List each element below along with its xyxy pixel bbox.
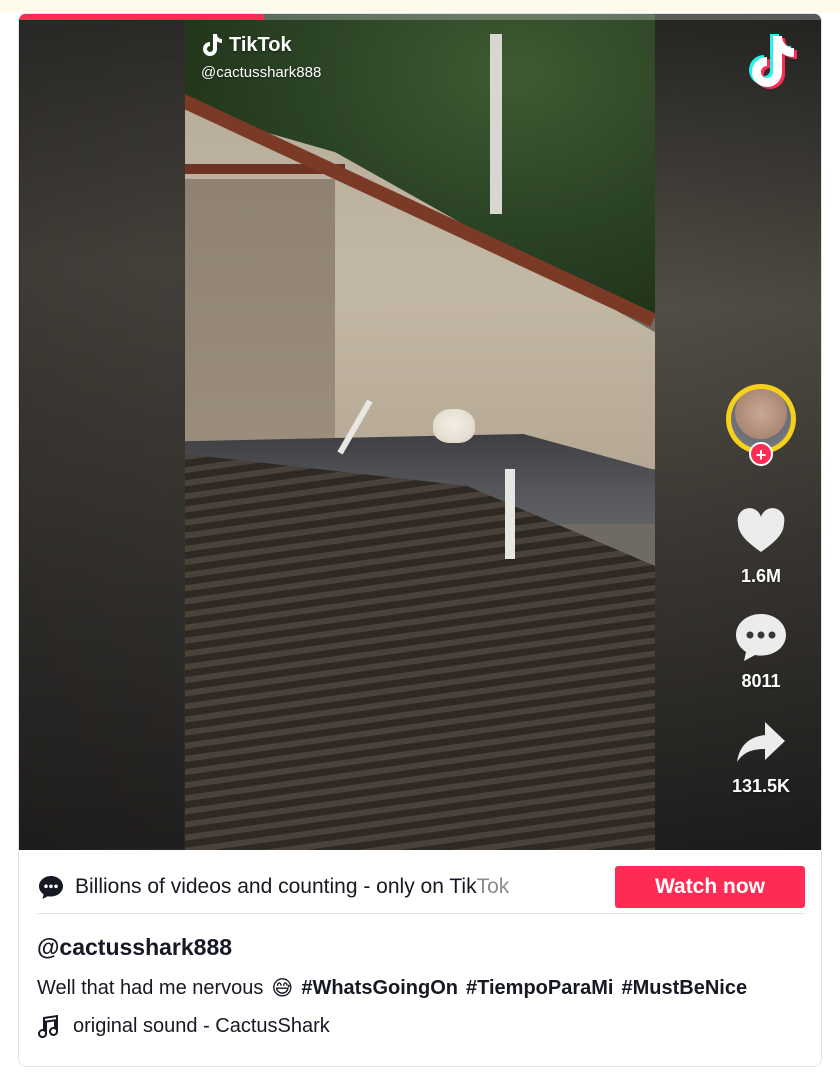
video-progress-fill (19, 14, 264, 20)
promo-row: Billions of videos and counting - only o… (37, 860, 805, 914)
sound-row[interactable]: original sound - CactusShark (37, 1014, 330, 1038)
video-watermark: TikTok @cactusshark888 (201, 32, 322, 82)
video-frame[interactable]: TikTok @cactusshark888 (185, 14, 655, 850)
blurred-background-left (19, 14, 185, 850)
avatar-image (731, 389, 791, 449)
video-progress-bar[interactable] (19, 14, 821, 20)
chat-bubble-icon (39, 875, 63, 899)
hashtag-list: #WhatsGoingOn #TiempoParaMi #MustBeNice (301, 977, 747, 1000)
video-scene-dog (433, 409, 475, 443)
caption-text: Well that had me nervous (37, 977, 264, 999)
hashtag-link[interactable]: #MustBeNice (621, 977, 747, 1000)
caption-emoji: 😅 (271, 977, 294, 1000)
heart-icon[interactable] (733, 504, 789, 560)
share-count: 131.5K (731, 776, 791, 796)
video-scene-pole (490, 34, 502, 214)
promo-text: Billions of videos and counting - only o… (75, 874, 510, 898)
comment-action[interactable]: 8011 (733, 609, 789, 692)
video-scene-wall-left (185, 179, 335, 464)
tiktok-embed-card: TikTok @cactusshark888 + 1.6M 8011 131.5… (18, 13, 822, 1067)
author-handle[interactable]: @cactusshark888 (37, 934, 232, 961)
follow-button[interactable]: + (749, 442, 773, 466)
avatar[interactable]: + (726, 384, 796, 466)
tiktok-logo-icon[interactable] (745, 32, 801, 94)
share-arrow-icon[interactable] (733, 714, 789, 770)
like-action[interactable]: 1.6M (733, 504, 789, 587)
sound-label: original sound - CactusShark (73, 1014, 330, 1037)
post-caption: Well that had me nervous 😅 #WhatsGoingOn… (37, 976, 747, 1001)
share-action[interactable]: 131.5K (732, 714, 790, 797)
watch-now-button[interactable]: Watch now (615, 865, 805, 908)
action-rail: + 1.6M 8011 131.5K (719, 384, 803, 797)
comment-count: 8011 (741, 671, 781, 691)
like-count: 1.6M (740, 566, 782, 586)
tiktok-watermark-icon (203, 34, 222, 56)
hashtag-link[interactable]: #WhatsGoingOn (301, 977, 458, 1000)
video-player[interactable]: TikTok @cactusshark888 + 1.6M 8011 131.5… (19, 14, 821, 850)
music-note-icon (38, 1014, 58, 1038)
video-scene-pipe (505, 469, 515, 559)
watermark-handle: @cactusshark888 (201, 64, 322, 81)
watermark-brand: TikTok (229, 33, 292, 56)
hashtag-link[interactable]: #TiempoParaMi (466, 977, 613, 1000)
top-accent-bar (0, 0, 840, 12)
comment-bubble-icon[interactable] (733, 609, 789, 665)
